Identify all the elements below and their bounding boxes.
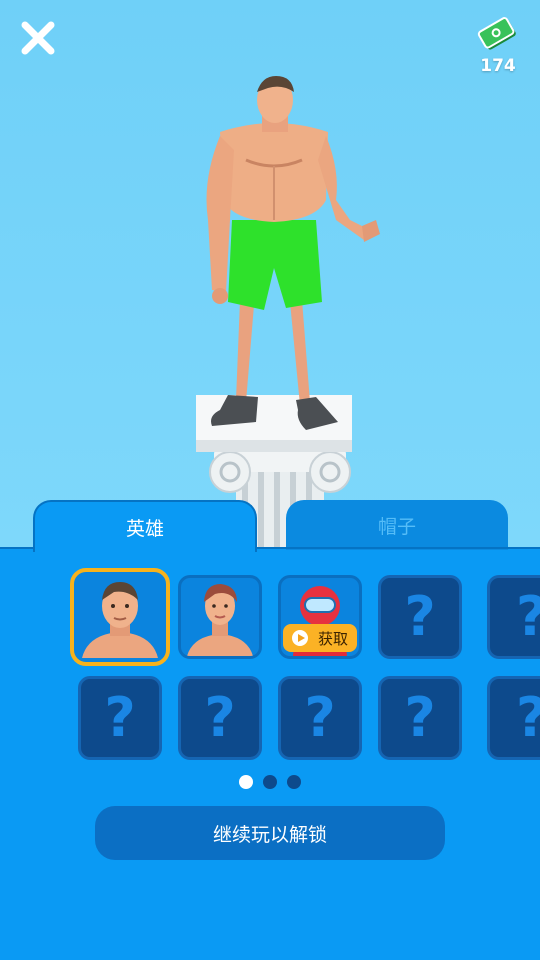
character-preview bbox=[196, 76, 380, 550]
hero-1-portrait bbox=[78, 576, 162, 658]
locked-tile[interactable]: ? bbox=[78, 676, 162, 760]
locked-question-mark: ? bbox=[516, 590, 540, 644]
hero-character bbox=[206, 76, 380, 430]
page-dot-1[interactable] bbox=[239, 775, 253, 789]
locked-tile[interactable]: ? bbox=[378, 676, 462, 760]
tab-hats-label: 帽子 bbox=[377, 515, 416, 538]
locked-tile[interactable]: ? bbox=[487, 575, 540, 659]
locked-tile[interactable]: ? bbox=[278, 676, 362, 760]
cash-count: 174 bbox=[480, 56, 516, 76]
tab-hats[interactable]: 帽子 bbox=[286, 500, 508, 550]
tab-heroes[interactable]: 英雄 bbox=[33, 500, 257, 552]
keep-playing-button[interactable]: 继续玩以解锁 bbox=[95, 806, 445, 860]
locked-question-mark: ? bbox=[204, 686, 236, 749]
locked-tile[interactable]: ? bbox=[378, 575, 462, 659]
locked-tile[interactable]: ? bbox=[178, 676, 262, 760]
cash-icon bbox=[477, 17, 516, 50]
hero-tile-3[interactable]: 获取 bbox=[278, 575, 362, 659]
pagination-dots bbox=[0, 775, 540, 789]
close-button[interactable] bbox=[18, 18, 58, 58]
locked-question-mark: ? bbox=[304, 686, 336, 749]
close-icon bbox=[21, 21, 55, 55]
locked-question-mark: ? bbox=[516, 691, 540, 745]
locked-question-mark: ? bbox=[404, 686, 436, 749]
get-badge[interactable]: 获取 bbox=[283, 624, 357, 652]
hero-tile-2[interactable] bbox=[178, 575, 262, 659]
page-dot-2[interactable] bbox=[263, 775, 277, 789]
page-dot-3[interactable] bbox=[287, 775, 301, 789]
locked-question-mark: ? bbox=[104, 686, 136, 749]
locked-question-mark: ? bbox=[404, 585, 436, 648]
play-video-icon bbox=[291, 630, 308, 646]
locked-tile[interactable]: ? bbox=[487, 676, 540, 760]
cash-display: 174 bbox=[470, 14, 526, 76]
tab-heroes-label: 英雄 bbox=[125, 517, 164, 540]
hero-tile-1[interactable] bbox=[70, 568, 170, 666]
keep-playing-label: 继续玩以解锁 bbox=[212, 823, 327, 846]
hero-2-portrait bbox=[187, 584, 253, 656]
get-label: 获取 bbox=[317, 629, 348, 648]
